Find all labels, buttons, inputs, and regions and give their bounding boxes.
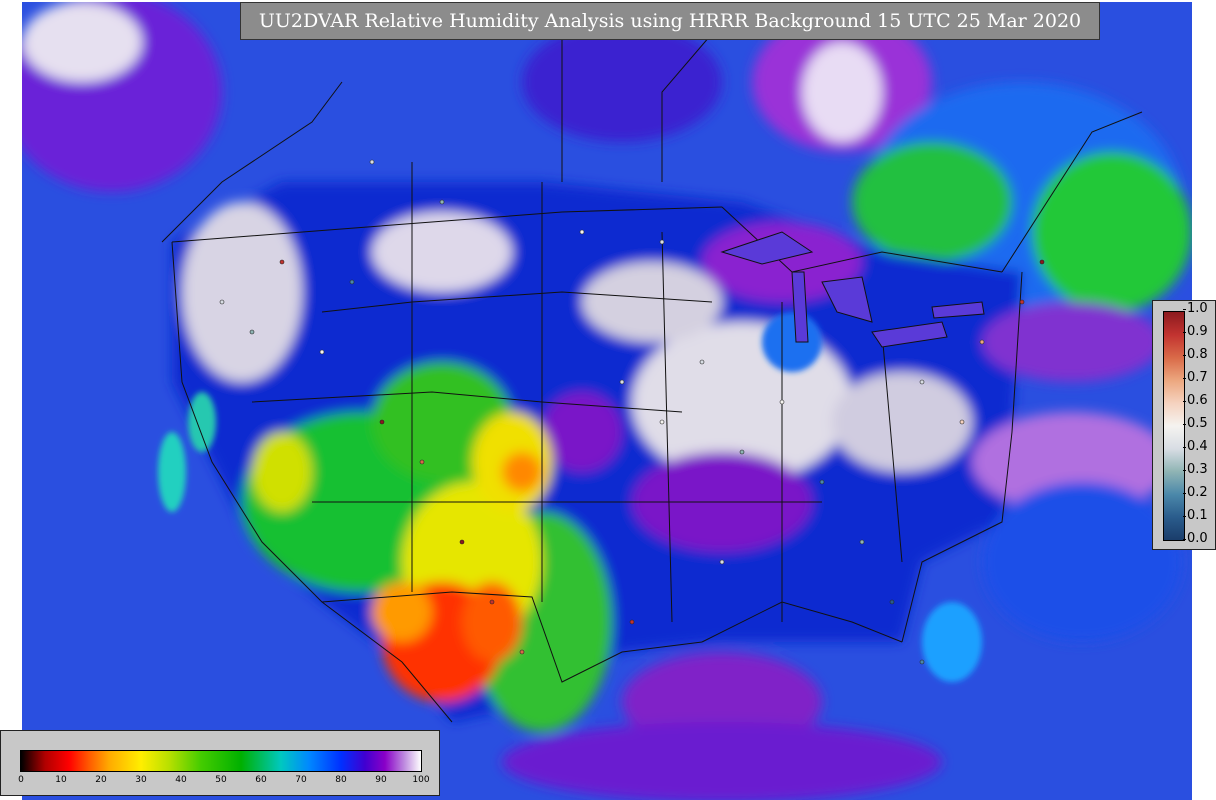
station-tick: 0.0: [1183, 531, 1208, 546]
station-tick: 0.8: [1183, 347, 1208, 362]
station-tick: 0.3: [1183, 462, 1208, 477]
station-colorbar-gradient: [1163, 311, 1185, 541]
analysis-tick: 60: [255, 775, 267, 785]
station-tick: 0.9: [1183, 324, 1208, 339]
analysis-tick: 10: [55, 775, 67, 785]
station-tick: 1.0: [1183, 301, 1208, 316]
station-tick: 0.2: [1183, 485, 1208, 500]
analysis-tick: 100: [412, 775, 430, 785]
analysis-tick: 50: [215, 775, 227, 785]
analysis-tick: 70: [295, 775, 307, 785]
rh-analysis-map: [22, 2, 1192, 800]
station-tick: 0.5: [1183, 416, 1208, 431]
analysis-tick: 0: [18, 775, 24, 785]
map-title: UU2DVAR Relative Humidity Analysis using…: [240, 2, 1100, 40]
analysis-tick: 40: [175, 775, 187, 785]
map-canvas: [22, 2, 1192, 800]
station-tick: 0.6: [1183, 393, 1208, 408]
analysis-colorbar-gradient: [20, 750, 422, 772]
station-tick: 0.7: [1183, 370, 1208, 385]
station-tick: 0.4: [1183, 439, 1208, 454]
station-tick: 0.1: [1183, 508, 1208, 523]
station-colorbar: 1.0 0.9 0.8 0.7 0.6 0.5 0.4 0.3 0.2 0.1 …: [1152, 300, 1216, 550]
analysis-tick: 20: [95, 775, 107, 785]
analysis-tick: 80: [335, 775, 347, 785]
analysis-tick: 90: [375, 775, 387, 785]
analysis-tick: 30: [135, 775, 147, 785]
analysis-colorbar: 0 10 20 30 40 50 60 70 80 90 100: [0, 730, 440, 796]
